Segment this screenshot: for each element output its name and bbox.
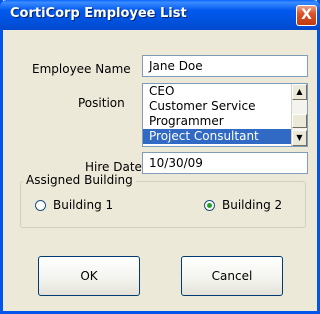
employee-name-input[interactable]: Jane Doe: [142, 55, 308, 77]
position-option[interactable]: CEO: [143, 84, 291, 99]
window-title: CortiCorp Employee List: [10, 6, 187, 21]
position-option[interactable]: Programmer: [143, 114, 291, 129]
scroll-down-button[interactable]: ▼: [292, 130, 307, 146]
scroll-up-arrow-icon: ▲: [296, 87, 303, 96]
scroll-down-arrow-icon: ▼: [296, 133, 303, 142]
position-listbox[interactable]: CEO Customer Service Programmer Project Con…: [142, 83, 308, 147]
scroll-up-button[interactable]: ▲: [292, 84, 307, 100]
building-1-radio[interactable]: [35, 200, 46, 211]
position-scrollbar[interactable]: ▲ ▼: [291, 84, 307, 146]
assigned-building-legend: Assigned Building: [23, 173, 136, 187]
close-button[interactable]: X: [296, 5, 317, 26]
building-2-label[interactable]: Building 2: [222, 198, 282, 212]
building-1-label[interactable]: Building 1: [53, 198, 113, 212]
radio-selected-dot: [207, 203, 212, 208]
employee-name-label: Employee Name: [32, 62, 131, 76]
ok-button[interactable]: OK: [38, 256, 140, 296]
position-options: CEO Customer Service Programmer Project Con…: [143, 84, 291, 144]
title-bar[interactable]: CortiCorp Employee List X: [0, 0, 320, 30]
position-option[interactable]: Customer Service: [143, 99, 291, 114]
hire-date-label: Hire Date: [85, 160, 142, 174]
cancel-button[interactable]: Cancel: [181, 256, 283, 296]
position-option[interactable]: Project Consultant: [143, 129, 291, 144]
position-label: Position: [78, 96, 125, 110]
close-icon: X: [301, 7, 312, 23]
employee-list-dialog: CortiCorp Employee List X Employee Name …: [0, 0, 320, 314]
building-2-radio[interactable]: [204, 200, 215, 211]
hire-date-input[interactable]: 10/30/09: [142, 152, 308, 174]
scroll-thumb[interactable]: [292, 114, 307, 128]
